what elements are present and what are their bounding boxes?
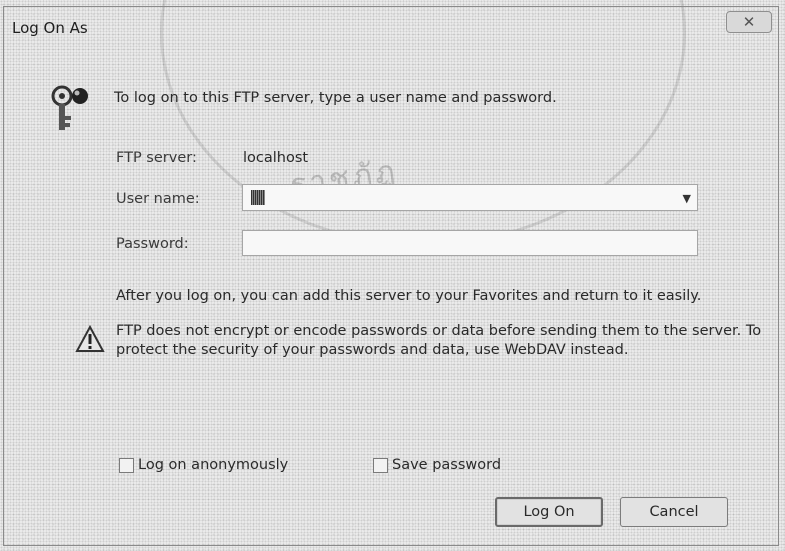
intro-text: To log on to this FTP server, type a use… <box>114 90 557 106</box>
security-warning: FTP does not encrypt or encode passwords… <box>116 323 762 358</box>
anonymous-label[interactable]: Log on anonymously <box>138 457 288 473</box>
ftp-server-value: localhost <box>243 150 309 166</box>
log-on-button[interactable]: Log On <box>495 497 603 527</box>
cancel-button[interactable]: Cancel <box>620 497 728 527</box>
save-password-option[interactable]: Save password <box>373 457 501 473</box>
ftp-server-label: FTP server: <box>116 150 197 166</box>
user-name-combobox[interactable]: ▼ <box>242 184 698 211</box>
warning-icon <box>75 325 105 352</box>
password-input[interactable] <box>242 230 698 256</box>
save-password-label[interactable]: Save password <box>392 457 501 473</box>
save-password-checkbox[interactable] <box>373 457 388 473</box>
favorites-hint: After you log on, you can add this serve… <box>116 288 702 304</box>
title-bar: Log On As ✕ <box>4 7 778 41</box>
user-name-value <box>251 190 265 205</box>
anonymous-checkbox[interactable] <box>119 457 134 473</box>
chevron-down-icon[interactable]: ▼ <box>683 192 691 205</box>
key-icon <box>51 85 88 130</box>
close-icon: ✕ <box>742 13 756 31</box>
user-name-label: User name: <box>116 191 200 207</box>
anonymous-option[interactable]: Log on anonymously <box>119 457 288 473</box>
password-label: Password: <box>116 236 189 252</box>
window-title: Log On As <box>12 19 88 37</box>
close-button[interactable]: ✕ <box>726 11 772 33</box>
